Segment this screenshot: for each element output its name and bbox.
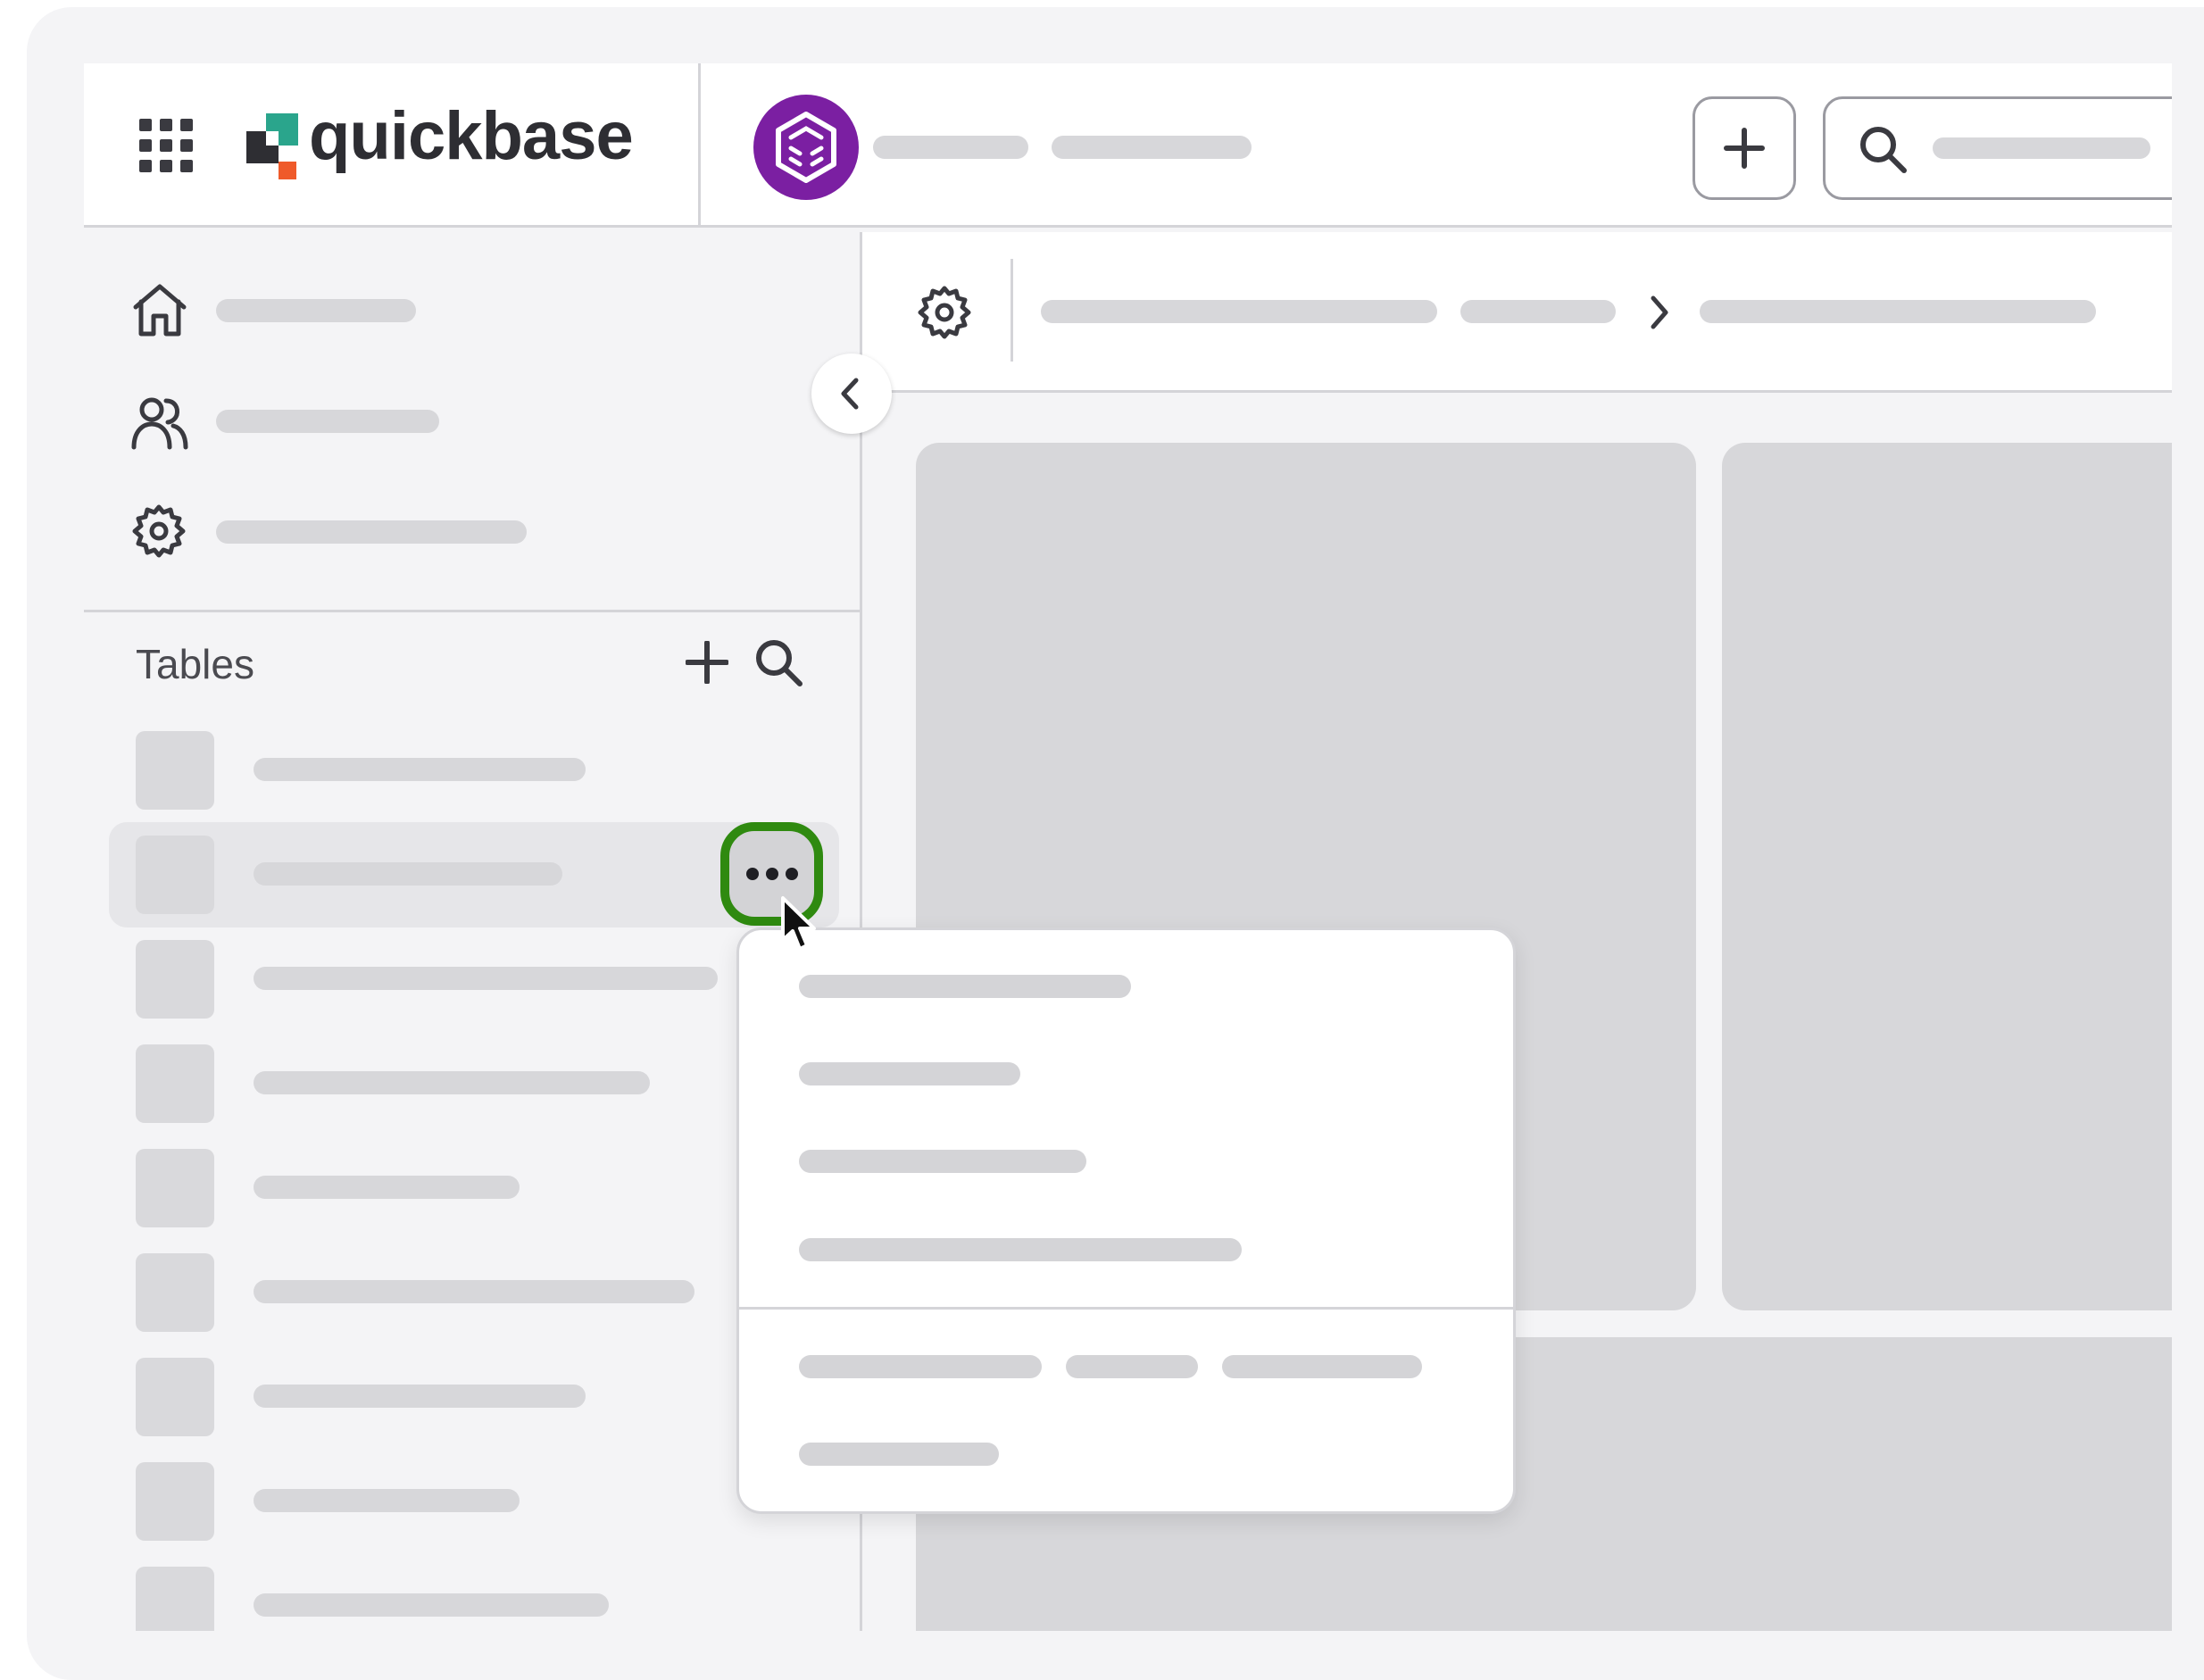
gear-icon[interactable] — [132, 504, 186, 558]
nav-item-settings-label[interactable] — [216, 520, 527, 544]
quickbase-app: quickbase Tables — [84, 63, 2172, 1631]
users-icon[interactable] — [130, 395, 189, 451]
table-row[interactable] — [254, 1385, 586, 1408]
table-row[interactable] — [254, 1176, 520, 1199]
breadcrumb-item[interactable] — [1041, 300, 1437, 323]
table-icon — [136, 1253, 214, 1332]
table-icon — [136, 1358, 214, 1436]
menu-item[interactable] — [799, 1150, 1086, 1173]
table-row[interactable] — [254, 1593, 609, 1617]
page-toolbar — [862, 232, 2172, 393]
menu-item[interactable] — [799, 1355, 1042, 1378]
search-icon[interactable] — [753, 637, 803, 687]
apps-grid-icon[interactable] — [139, 119, 193, 172]
chevron-left-icon — [838, 377, 861, 411]
nav-item-users-label[interactable] — [216, 410, 439, 433]
plus-icon[interactable] — [686, 641, 728, 684]
header-divider — [698, 63, 701, 228]
menu-item-part — [1066, 1355, 1198, 1378]
top-header: quickbase — [84, 63, 2172, 228]
menu-item[interactable] — [799, 975, 1131, 998]
mouse-cursor-icon — [780, 895, 819, 954]
create-button[interactable] — [1693, 96, 1796, 200]
menu-item[interactable] — [799, 1062, 1020, 1085]
collapse-sidebar-button[interactable] — [811, 353, 892, 434]
search-icon — [1858, 124, 1908, 174]
table-icon — [136, 1462, 214, 1541]
breadcrumb-current — [1700, 300, 2096, 323]
ellipsis-icon — [745, 866, 799, 882]
menu-item-part — [1222, 1355, 1422, 1378]
tables-heading: Tables — [136, 641, 254, 687]
table-icon — [136, 836, 214, 914]
app-subtitle-placeholder — [1052, 136, 1252, 159]
table-context-menu — [736, 927, 1516, 1514]
table-icon — [136, 940, 214, 1019]
plus-icon — [1723, 127, 1766, 170]
menu-item[interactable] — [799, 1238, 1242, 1261]
table-row[interactable] — [254, 758, 586, 781]
table-icon — [136, 1567, 214, 1631]
content-card — [1722, 443, 2172, 1310]
app-name-placeholder — [873, 136, 1028, 159]
gear-icon[interactable] — [918, 286, 971, 339]
table-icon — [136, 1044, 214, 1123]
table-icon — [136, 731, 214, 810]
table-row[interactable] — [254, 1489, 520, 1512]
search-placeholder — [1933, 137, 2150, 159]
table-row[interactable] — [254, 967, 718, 990]
table-row[interactable] — [254, 1280, 694, 1303]
toolbar-divider — [1011, 259, 1013, 362]
global-search-input[interactable] — [1823, 96, 2172, 200]
quickbase-logo-icon — [246, 113, 298, 179]
breadcrumb-item[interactable] — [1460, 300, 1616, 323]
sidebar-divider — [84, 610, 862, 612]
chevron-right-icon — [1648, 295, 1671, 330]
home-icon[interactable] — [132, 282, 187, 337]
menu-divider — [739, 1307, 1513, 1310]
brand-name: quickbase — [309, 98, 634, 174]
table-row[interactable] — [254, 1071, 650, 1094]
nav-item-home-label[interactable] — [216, 299, 416, 322]
table-row[interactable] — [254, 862, 562, 886]
cube-app-icon[interactable] — [753, 95, 859, 200]
table-icon — [136, 1149, 214, 1227]
menu-item[interactable] — [799, 1443, 999, 1466]
